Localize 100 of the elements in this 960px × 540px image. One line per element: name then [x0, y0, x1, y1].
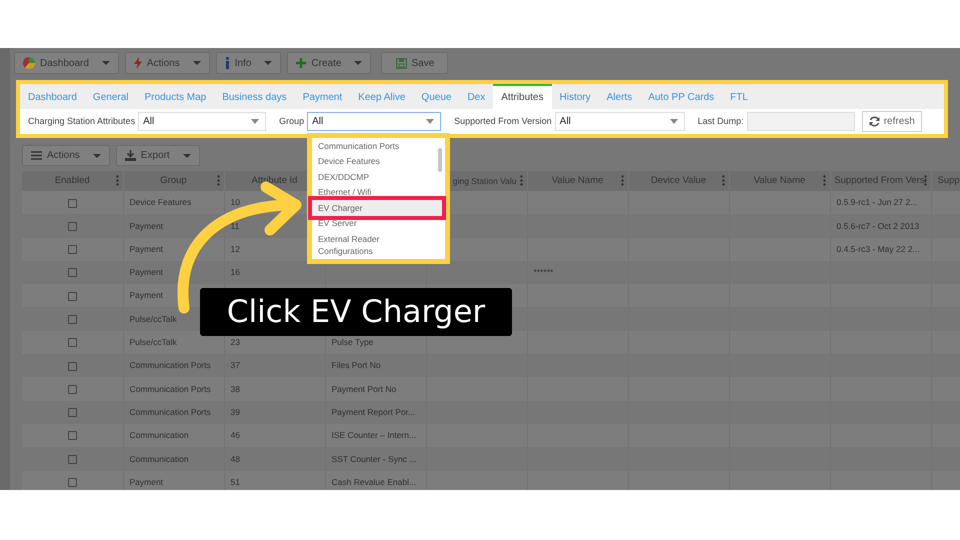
field-label: Charging Station Attributes: [28, 114, 136, 128]
caret-icon: [182, 154, 191, 158]
checkbox[interactable]: [68, 198, 77, 208]
dropdown-arrow-icon: [670, 119, 678, 124]
checkbox[interactable]: [68, 431, 77, 440]
table-cell: Files Port No: [332, 360, 381, 370]
tab[interactable]: General: [84, 84, 136, 109]
table-cell: SST Counter - Sync ...: [332, 454, 416, 464]
field-label: Supported From Version: [454, 114, 552, 128]
toolbar-button[interactable]: Save: [381, 52, 448, 74]
caret-icon: [192, 61, 201, 65]
download-icon: [124, 150, 136, 161]
checkbox[interactable]: [68, 408, 77, 418]
toolbar-dropdown-button[interactable]: Info: [216, 52, 282, 74]
tab[interactable]: Auto PP Cards: [640, 84, 722, 109]
column-header[interactable]: Group: [123, 171, 224, 191]
tab[interactable]: Queue: [413, 84, 460, 109]
checkbox[interactable]: [68, 454, 77, 464]
table-cell: Payment: [130, 290, 164, 300]
column-header[interactable]: Supported From Versi: [830, 171, 931, 191]
column-header[interactable]: Enabled: [22, 171, 123, 191]
table-cell: 11: [230, 220, 240, 231]
table-cell: 0.4.5-rc3 - May 22 2...: [836, 244, 920, 254]
toolbar-dropdown-button[interactable]: Export: [116, 145, 200, 166]
table-cell: 48: [230, 454, 240, 464]
tab[interactable]: Dex: [459, 84, 494, 109]
scrollbar[interactable]: [438, 148, 442, 172]
column-header[interactable]: Supp: [931, 171, 960, 191]
tab[interactable]: History: [552, 84, 599, 109]
select-field[interactable]: All: [307, 112, 442, 131]
table-cell: Payment: [130, 244, 164, 254]
checkbox[interactable]: [68, 292, 77, 301]
checkbox[interactable]: [68, 315, 77, 324]
kebab-icon: [822, 175, 826, 186]
select-field[interactable]: All: [554, 112, 685, 131]
refresh-icon: [868, 116, 880, 127]
checkbox[interactable]: [68, 478, 77, 488]
dropdown-item[interactable]: EV Server: [312, 216, 445, 231]
table-cell: 51: [230, 476, 240, 487]
dropdown-arrow-icon: [426, 119, 434, 124]
dropdown-item[interactable]: Communication Ports: [312, 138, 445, 154]
toolbar-dropdown-button[interactable]: Dashboard: [14, 52, 119, 74]
table-cell: 46: [230, 430, 240, 440]
table-cell: 12: [230, 244, 240, 254]
table-cell: Pulse/ccTalk: [130, 337, 177, 348]
table-cell: Payment: [130, 476, 164, 487]
field-label: Group: [279, 114, 304, 128]
plus-icon: [296, 58, 306, 68]
tab[interactable]: Alerts: [598, 84, 640, 109]
select-field[interactable]: All: [138, 112, 266, 131]
table-cell: Communication Ports: [130, 360, 211, 370]
input-field[interactable]: [746, 112, 855, 131]
table-cell: ******: [534, 267, 554, 278]
table-cell: Communication: [130, 454, 189, 464]
kebab-icon: [520, 175, 522, 186]
toolbar-dropdown-button[interactable]: Actions: [124, 52, 210, 74]
refresh-button[interactable]: refresh: [862, 111, 922, 132]
column-header[interactable]: Value Name: [729, 171, 830, 191]
tab[interactable]: Products Map: [136, 84, 214, 109]
field-label: Last Dump:: [698, 114, 744, 128]
table-cell: 39: [230, 406, 240, 417]
column-header[interactable]: Device Value: [628, 171, 729, 191]
kebab-icon: [216, 175, 220, 186]
table-cell: Communication Ports: [130, 384, 211, 394]
toolbar-dropdown-button[interactable]: Actions: [22, 145, 110, 166]
kebab-icon: [116, 175, 118, 186]
lightning-icon: [134, 57, 142, 69]
tab[interactable]: Payment: [294, 84, 350, 109]
column-header[interactable]: Value Name: [527, 171, 628, 191]
table-cell: Payment: [130, 220, 164, 231]
table-cell: Pulse Type: [332, 337, 374, 348]
dropdown-item[interactable]: Device Features: [312, 154, 445, 169]
caret-icon: [264, 61, 272, 65]
callout-label: Click EV Charger: [200, 288, 512, 336]
dropdown-item[interactable]: External Reader Configurations: [312, 231, 445, 259]
save-icon: [396, 58, 407, 68]
menu-icon: [31, 151, 42, 160]
tab[interactable]: Business days: [214, 84, 295, 109]
checkbox[interactable]: [68, 338, 77, 348]
checkbox[interactable]: [68, 268, 77, 278]
table-cell: 37: [230, 360, 240, 370]
table-cell: 23: [230, 337, 240, 348]
table-cell: Communication: [130, 430, 189, 440]
table-cell: 10: [230, 197, 240, 208]
tab[interactable]: Dashboard: [20, 84, 85, 109]
caret-icon: [92, 154, 101, 158]
toolbar-dropdown-button[interactable]: Create: [287, 52, 372, 74]
table-cell: 0.5.9-rc1 - Jun 27 2...: [836, 197, 918, 208]
table-cell: 0.5.6-rc7 - Oct 2 2013: [836, 220, 920, 231]
kebab-icon: [722, 175, 724, 186]
checkbox[interactable]: [68, 222, 77, 231]
caret-icon: [102, 61, 110, 65]
checkbox[interactable]: [68, 384, 77, 394]
tab[interactable]: Keep Alive: [350, 84, 414, 109]
tab[interactable]: Attributes: [493, 84, 552, 109]
checkbox[interactable]: [68, 362, 77, 371]
dropdown-arrow-icon: [251, 119, 260, 124]
kebab-icon: [620, 175, 624, 186]
tab[interactable]: FTL: [722, 84, 756, 109]
checkbox[interactable]: [68, 245, 77, 254]
